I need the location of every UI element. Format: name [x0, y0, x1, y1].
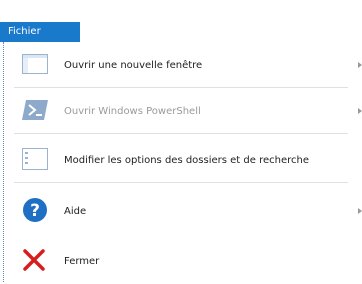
close-icon [22, 248, 46, 275]
tab-fichier[interactable]: Fichier [0, 22, 80, 42]
ribbon-tab-bar: Fichier [0, 0, 362, 42]
folder-options-icon [22, 147, 48, 173]
menu-item-new-window[interactable]: Ouvrir une nouvelle fenêtre [0, 42, 362, 88]
menu-item-label: Modifier les options des dossiers et de … [64, 154, 309, 166]
svg-text:?: ? [30, 201, 40, 221]
menu-item-label: Ouvrir Windows PowerShell [64, 105, 201, 117]
powershell-icon [22, 99, 48, 123]
window-icon [22, 53, 48, 77]
menu-item-help[interactable]: ? Aide [0, 188, 362, 234]
menu-item-label: Fermer [64, 255, 100, 267]
submenu-arrow-icon [358, 108, 362, 114]
menu-item-label: Ouvrir une nouvelle fenêtre [64, 59, 203, 71]
help-icon: ? [22, 197, 48, 226]
menu-item-close[interactable]: Fermer [0, 238, 362, 284]
file-menu: Ouvrir une nouvelle fenêtre Ouvrir Windo… [0, 42, 362, 282]
submenu-arrow-icon [358, 62, 362, 68]
submenu-arrow-icon [358, 208, 362, 214]
menu-item-label: Aide [64, 205, 87, 217]
menu-item-folder-options[interactable]: Modifier les options des dossiers et de … [0, 137, 362, 183]
menu-item-powershell: Ouvrir Windows PowerShell [0, 88, 362, 134]
